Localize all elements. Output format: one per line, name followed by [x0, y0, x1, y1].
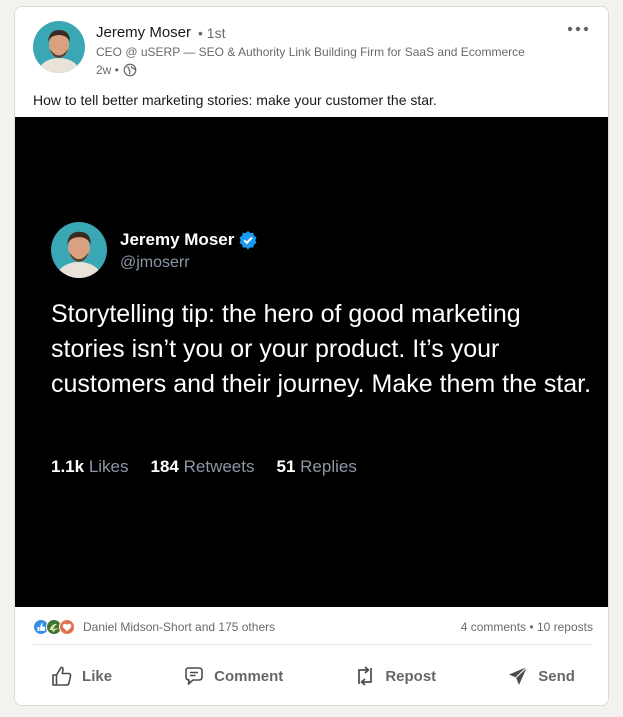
tweet-stat-label: Replies: [300, 457, 357, 476]
more-icon[interactable]: [564, 19, 592, 39]
like-label: Like: [82, 667, 113, 685]
comments-count[interactable]: 4 comments: [461, 620, 526, 634]
send-label: Send: [538, 667, 575, 685]
count-separator: •: [529, 620, 534, 634]
love-reaction-icon: [59, 619, 75, 635]
send-icon: [509, 666, 528, 685]
tweet-author-name: Jeremy Moser: [120, 230, 258, 250]
tweet-stat-retweets: 184 Retweets: [151, 457, 255, 477]
reposts-count[interactable]: 10 reposts: [537, 620, 593, 634]
send-button[interactable]: Send: [496, 656, 585, 696]
tweet-stat-value: 184: [150, 457, 179, 476]
like-icon: [52, 666, 72, 686]
like-button[interactable]: Like: [40, 656, 122, 696]
globe-icon: [123, 63, 137, 77]
repost-icon: [358, 666, 373, 686]
action-bar: Like Comment Repost Send: [15, 652, 608, 700]
tweet-stat-value: 1.1k: [51, 457, 85, 476]
comment-label: Comment: [214, 667, 284, 685]
author-avatar[interactable]: [33, 21, 85, 73]
tweet-handle: @jmoserr: [120, 254, 190, 271]
post-time: 2w •: [96, 63, 119, 77]
tweet-stat-likes: 1.1k Likes: [51, 457, 129, 477]
feed-post-card: Jeremy Moser • 1st CEO @ uSERP — SEO & A…: [14, 6, 609, 706]
engagement-counts: 4 comments • 10 reposts: [461, 620, 593, 634]
tweet-stat-label: Retweets: [183, 457, 255, 476]
tweet-stat-label: Likes: [88, 457, 129, 476]
tweet-stat-value: 51: [276, 457, 296, 476]
tweet-avatar: [51, 222, 107, 278]
post-text: How to tell better marketing stories: ma…: [33, 92, 437, 108]
post-image-tweet[interactable]: Jeremy Moser @jmoserr Storytelling tip: …: [15, 117, 608, 607]
repost-label: Repost: [385, 667, 437, 685]
comment-button[interactable]: Comment: [172, 656, 293, 696]
tweet-stats: 1.1k Likes 184 Retweets 51 Replies: [51, 457, 357, 477]
connection-degree: • 1st: [198, 25, 226, 41]
author-headline: CEO @ uSERP — SEO & Authority Link Build…: [96, 45, 525, 59]
tweet-text: Storytelling tip: the hero of good marke…: [51, 300, 592, 398]
author-name[interactable]: Jeremy Moser: [96, 24, 191, 41]
divider: [33, 644, 592, 645]
social-counts: Daniel Midson-Short and 175 others 4 com…: [33, 618, 593, 638]
comment-icon: [185, 667, 203, 685]
verified-badge-icon: [239, 231, 257, 250]
reactor-summary[interactable]: Daniel Midson-Short and 175 others: [83, 620, 275, 634]
post-meta: 2w •: [96, 63, 137, 77]
tweet-stat-replies: 51 Replies: [277, 457, 357, 477]
reaction-icons[interactable]: [33, 618, 79, 636]
tweet-author-name-text: Jeremy Moser: [120, 230, 235, 249]
repost-button[interactable]: Repost: [343, 656, 446, 696]
